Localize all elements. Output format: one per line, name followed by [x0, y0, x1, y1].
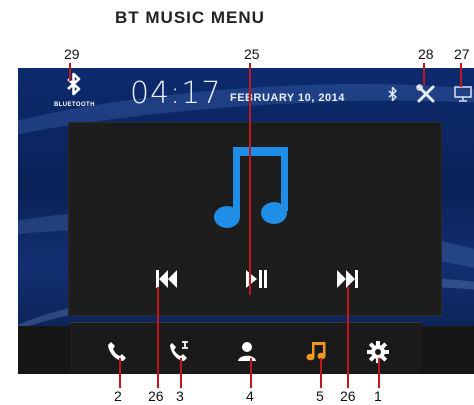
callout-5: 5: [316, 388, 324, 404]
callout-26-right: 26: [340, 388, 356, 404]
bluetooth-button[interactable]: BLUETOOTH: [54, 72, 94, 108]
head-unit-screen: BLUETOOTH 04:17 FEBRUARY 10, 2014: [18, 68, 474, 374]
callout-line-28: [423, 63, 425, 85]
callout-29: 29: [64, 46, 80, 62]
clock-time: 04:17: [130, 76, 222, 111]
callout-line-2: [119, 358, 121, 388]
callout-line-25: [249, 63, 251, 295]
callout-26-left: 26: [148, 388, 164, 404]
bottom-dock: [18, 316, 474, 374]
status-bar: BLUETOOTH 04:17 FEBRUARY 10, 2014: [18, 68, 474, 120]
callout-28: 28: [418, 46, 434, 62]
monitor-icon[interactable]: [454, 85, 472, 108]
music-note-icon[interactable]: [306, 340, 332, 364]
contact-icon[interactable]: [236, 340, 262, 364]
callout-line-26-left: [157, 287, 159, 388]
album-art-music-note-icon: [213, 143, 299, 244]
bluetooth-icon: [54, 72, 94, 102]
media-player-panel: [68, 122, 442, 316]
callout-3: 3: [176, 388, 184, 404]
callout-line-3: [180, 358, 182, 388]
callout-line-27: [460, 63, 462, 87]
callout-4: 4: [246, 388, 254, 404]
callout-1: 1: [374, 388, 382, 404]
callout-line-1: [378, 358, 380, 388]
bluetooth-label: BLUETOOTH: [54, 102, 95, 108]
callout-25: 25: [244, 46, 260, 62]
callout-line-29: [69, 63, 71, 81]
callout-line-26-right: [347, 287, 349, 388]
callout-line-5: [320, 358, 322, 388]
callout-27: 27: [454, 46, 470, 62]
skip-previous-icon[interactable]: [155, 269, 185, 295]
wrench-screwdriver-icon[interactable]: [416, 84, 436, 109]
bluetooth-status-icon: [388, 86, 398, 107]
clock-date: FEBRUARY 10, 2014: [230, 92, 345, 104]
skip-next-icon[interactable]: [335, 269, 365, 295]
callout-line-4: [250, 358, 252, 388]
callout-2: 2: [114, 388, 122, 404]
page-heading: BT MUSIC MENU: [115, 8, 265, 27]
